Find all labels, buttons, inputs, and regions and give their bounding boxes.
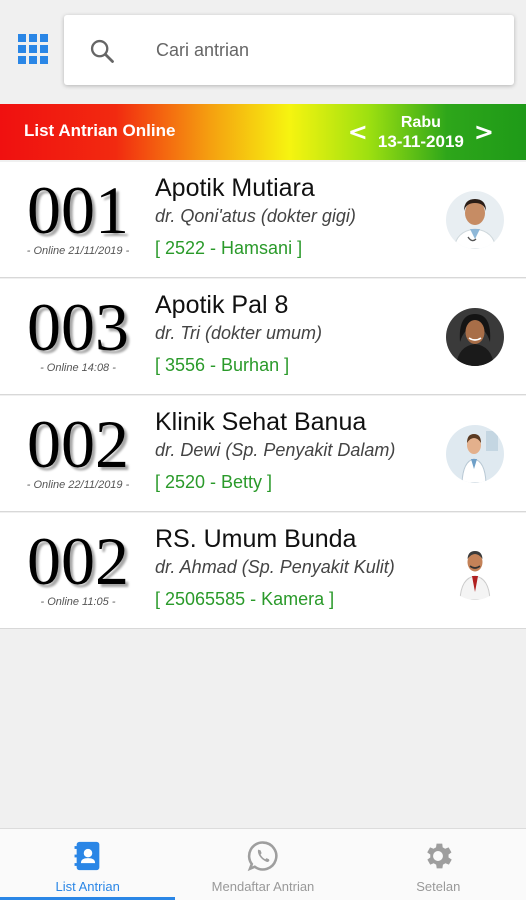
date-day: Rabu [400,114,441,131]
nav-label: Setelan [416,879,461,894]
patient-info: [ 25065585 - Kamera ] [155,589,335,609]
nav-mendaftar-antrian[interactable]: Mendaftar Antrian [175,829,350,900]
contact-book-icon [74,841,99,871]
search-box[interactable] [64,15,514,85]
nav-label: List Antrian [55,879,120,894]
list-header: List Antrian Online < Rabu 13-11-2019 > [0,104,526,160]
queue-item[interactable]: 001 - Online 21/11/2019 - Apotik Mutiara… [0,162,526,278]
queue-number: 001 [27,172,129,248]
queue-item[interactable]: 002 - Online 11:05 - RS. Umum Bunda dr. … [0,513,526,629]
list-title: List Antrian Online [24,121,176,140]
place-name: RS. Umum Bunda [155,525,357,553]
date-display: Rabu 13-11-2019 [374,113,468,151]
female-doctor-avatar [446,191,504,249]
place-name: Klinik Sehat Banua [155,408,367,436]
woman-avatar [446,308,504,366]
queue-meta: - Online 11:05 - [40,596,116,608]
patient-info: [ 2520 - Betty ] [155,472,273,492]
bottom-navigation: List Antrian Mendaftar Antrian Setelan [0,828,526,900]
patient-info: [ 2522 - Hamsani ] [155,238,303,258]
queue-meta: - Online 21/11/2019 - [26,245,130,257]
nav-list-antrian[interactable]: List Antrian [0,829,176,900]
next-date-button[interactable]: > [468,110,500,154]
doctor-name: dr. Tri (dokter umum) [155,323,323,343]
search-icon [90,39,114,63]
apps-grid-icon[interactable] [18,34,48,64]
gear-icon [427,843,453,869]
place-name: Apotik Mutiara [155,174,315,202]
date-navigator: < Rabu 13-11-2019 > [342,110,500,154]
top-bar [0,0,526,102]
queue-list: 001 - Online 21/11/2019 - Apotik Mutiara… [0,162,526,629]
doctor-name: dr. Ahmad (Sp. Penyakit Kulit) [155,557,395,577]
prev-date-button[interactable]: < [342,110,374,154]
doctor-name: dr. Qoni'atus (dokter gigi) [155,206,356,226]
queue-number: 002 [27,523,129,599]
search-input[interactable] [156,33,486,67]
queue-number: 003 [27,289,129,365]
place-name: Apotik Pal 8 [155,291,289,319]
doctor-avatar [446,425,504,483]
whatsapp-icon [247,841,278,872]
queue-item[interactable]: 002 - Online 22/11/2019 - Klinik Sehat B… [0,396,526,512]
date-value: 13-11-2019 [377,132,464,151]
doctor-name: dr. Dewi (Sp. Penyakit Dalam) [155,440,396,460]
nav-label: Mendaftar Antrian [211,879,315,894]
queue-meta: - Online 22/11/2019 - [26,479,130,491]
queue-number: 002 [27,406,129,482]
nav-setelan[interactable]: Setelan [351,829,526,900]
male-doctor-avatar [446,542,504,600]
queue-item[interactable]: 003 - Online 14:08 - Apotik Pal 8 dr. Tr… [0,279,526,395]
patient-info: [ 3556 - Burhan ] [155,355,290,375]
queue-meta: - Online 14:08 - [40,362,116,374]
